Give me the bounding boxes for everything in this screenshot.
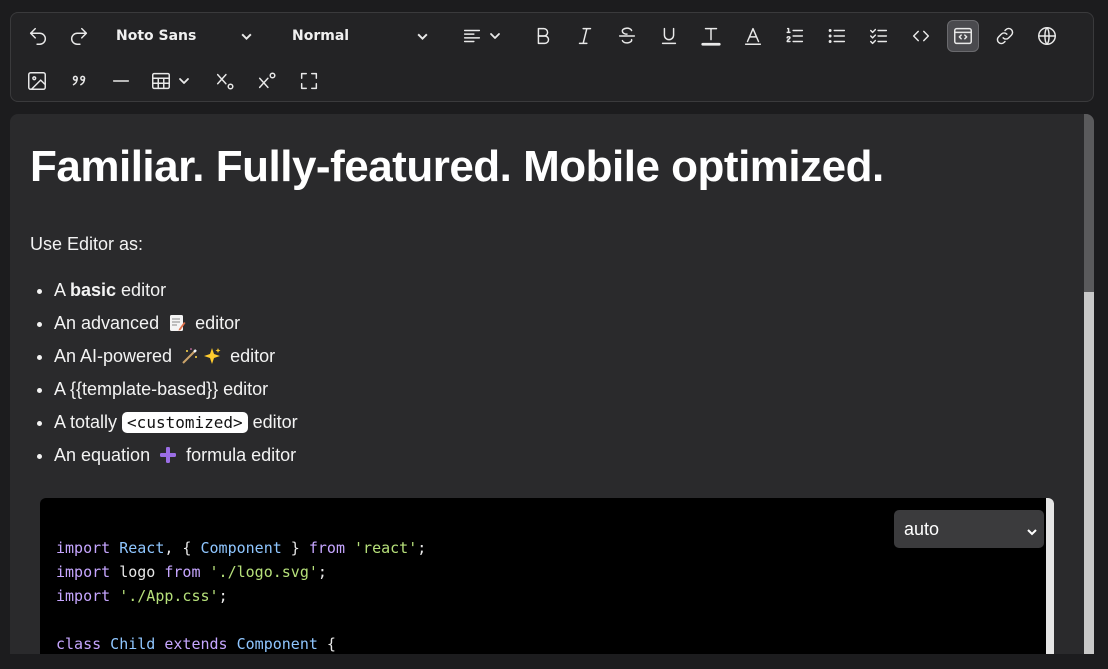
inline-code: <customized> (122, 412, 248, 433)
bold-icon (537, 27, 550, 45)
text-color-button[interactable] (695, 20, 727, 52)
code-language-select[interactable]: auto (894, 510, 1044, 548)
chevron-down-icon (178, 72, 190, 91)
bullet-list-icon (828, 29, 846, 43)
chevron-down-icon (1026, 522, 1038, 543)
chevron-down-icon (240, 30, 253, 47)
list-item: A {{template-based}} editor (54, 376, 298, 409)
scrollbar-track (1084, 114, 1094, 292)
underline-button[interactable] (653, 20, 685, 52)
italic-icon (578, 27, 592, 45)
feature-list: A basic editor An advanced editor An AI-… (30, 277, 298, 475)
quote-button[interactable] (63, 65, 95, 97)
link-icon (996, 27, 1014, 45)
plus-icon (159, 445, 177, 463)
magic-wand-icon (181, 346, 199, 364)
strikethrough-button[interactable] (611, 20, 643, 52)
list-item: A totally <customized> editor (54, 409, 298, 442)
underline-icon (661, 27, 677, 45)
text-color-icon (701, 27, 721, 46)
code-block-button[interactable] (947, 20, 979, 52)
editor-scrollbar[interactable] (1084, 114, 1094, 654)
bold-button[interactable] (527, 20, 559, 52)
quote-icon (72, 75, 86, 86)
image-icon (28, 72, 46, 90)
strikethrough-icon (618, 27, 636, 44)
subscript-button[interactable] (209, 65, 241, 97)
inline-code-button[interactable] (905, 20, 937, 52)
fullscreen-icon (300, 72, 318, 90)
italic-button[interactable] (569, 20, 601, 52)
align-left-icon (463, 29, 481, 43)
code-block-icon (954, 27, 972, 45)
redo-icon (71, 27, 88, 45)
code-block[interactable]: auto import React, { Component } from 'r… (40, 498, 1054, 654)
bold-text: basic (70, 280, 117, 300)
horizontal-rule-button[interactable] (105, 65, 137, 97)
list-item: An equation formula editor (54, 442, 298, 475)
superscript-button[interactable] (251, 65, 283, 97)
link-button[interactable] (989, 20, 1021, 52)
memo-icon (168, 313, 186, 331)
list-item: An AI-powered editor (54, 343, 298, 376)
page-title: Familiar. Fully-featured. Mobile optimiz… (30, 142, 884, 191)
chevron-down-icon (416, 30, 429, 47)
editor-toolbar: Noto Sans Normal (10, 12, 1094, 102)
ordered-list-button[interactable] (779, 20, 811, 52)
code-language-value: auto (904, 518, 940, 539)
undo-icon (29, 27, 46, 45)
checklist-button[interactable] (863, 20, 895, 52)
subscript-icon (216, 73, 234, 90)
fullscreen-button[interactable] (293, 65, 325, 97)
ordered-list-icon (786, 27, 804, 43)
chevron-down-icon (489, 27, 501, 46)
table-button[interactable] (146, 65, 198, 97)
globe-button[interactable] (1031, 20, 1063, 52)
highlight-icon (744, 27, 762, 45)
checklist-icon (870, 28, 888, 45)
code-text[interactable]: import React, { Component } from 'react'… (56, 536, 426, 654)
list-item: A basic editor (54, 277, 298, 310)
intro-text: Use Editor as: (30, 234, 144, 254)
superscript-icon (258, 72, 276, 89)
table-icon (152, 72, 170, 90)
code-block-scrollbar[interactable] (1046, 498, 1054, 654)
block-style-select[interactable]: Normal (292, 22, 432, 50)
block-style-value: Normal (292, 28, 350, 44)
font-family-select[interactable]: Noto Sans (116, 22, 256, 50)
horizontal-rule-icon (112, 80, 130, 82)
align-button[interactable] (457, 20, 509, 52)
sparkles-icon (203, 346, 221, 364)
insert-image-button[interactable] (21, 65, 53, 97)
page-footer-strip (0, 654, 1108, 669)
code-icon (912, 30, 930, 42)
redo-button[interactable] (63, 20, 95, 52)
bullet-list-button[interactable] (821, 20, 853, 52)
list-item: An advanced editor (54, 310, 298, 343)
undo-button[interactable] (22, 20, 54, 52)
highlight-button[interactable] (737, 20, 769, 52)
globe-icon (1038, 27, 1056, 45)
scrollbar-thumb[interactable] (1084, 292, 1094, 654)
editor-content[interactable]: Familiar. Fully-featured. Mobile optimiz… (10, 114, 1094, 654)
font-family-value: Noto Sans (116, 28, 197, 44)
